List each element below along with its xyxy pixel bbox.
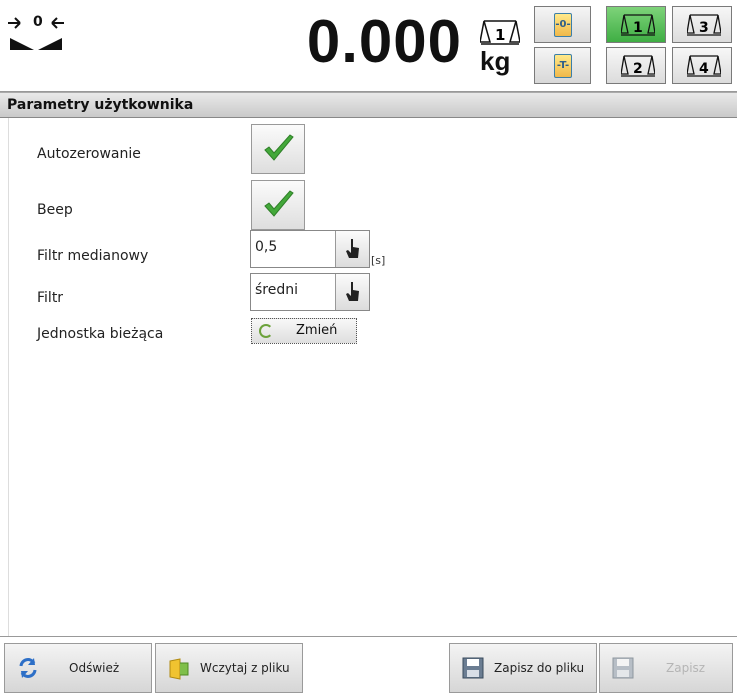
- refresh-icon: [19, 658, 37, 678]
- zero-icon: -0-: [554, 13, 572, 37]
- save-file-icon: [462, 657, 484, 679]
- beep-label: Beep: [37, 202, 73, 218]
- scale-1-icon: 1: [621, 14, 655, 36]
- change-unit-button[interactable]: Zmień: [251, 318, 357, 344]
- svg-text:2: 2: [633, 61, 643, 77]
- filter-field[interactable]: średni: [250, 273, 370, 311]
- refresh-button[interactable]: Odśwież: [4, 643, 152, 693]
- pointer-hand-icon: [346, 282, 359, 301]
- median-filter-value: 0,5: [255, 239, 278, 255]
- platform-1-button[interactable]: 1: [606, 6, 666, 43]
- settings-panel: Autozerowanie Beep Filtr medianowy 0,5 […: [8, 118, 737, 636]
- platform-3-button[interactable]: 3: [672, 6, 732, 43]
- refresh-small-icon: [259, 324, 273, 338]
- load-from-file-button-label: Wczytaj z pliku: [200, 661, 290, 675]
- refresh-button-label: Odśwież: [69, 661, 120, 675]
- autozero-label: Autozerowanie: [37, 146, 141, 162]
- filter-value: średni: [255, 282, 299, 298]
- weighing-header: 0 0.000 1 kg -0- -T- 1 3 2 4: [0, 0, 737, 92]
- scale-2-icon: 2: [621, 55, 655, 77]
- platform-2-button[interactable]: 2: [606, 47, 666, 84]
- change-unit-button-label: Zmień: [296, 323, 338, 338]
- load-from-file-button[interactable]: Wczytaj z pliku: [155, 643, 303, 693]
- autozero-checkbox[interactable]: [251, 124, 305, 174]
- median-filter-label: Filtr medianowy: [37, 248, 149, 264]
- tare-icon: -T-: [554, 54, 572, 78]
- zero-button[interactable]: -0-: [534, 6, 591, 43]
- filter-label: Filtr: [37, 290, 64, 306]
- platform-4-button[interactable]: 4: [672, 47, 732, 84]
- pointer-hand-icon: [346, 239, 359, 258]
- save-button[interactable]: Zapisz: [599, 643, 733, 693]
- save-to-file-button[interactable]: Zapisz do pliku: [449, 643, 597, 693]
- checkmark-icon: [264, 134, 294, 161]
- platform-icon: 1: [479, 20, 521, 45]
- svg-text:1: 1: [633, 20, 643, 36]
- platform-indicator: 1: [479, 18, 522, 48]
- page-title: Parametry użytkownika: [7, 97, 194, 113]
- platform-number: 1: [495, 26, 505, 44]
- tare-button[interactable]: -T-: [534, 47, 591, 84]
- page-title-bar: Parametry użytkownika: [0, 92, 737, 118]
- svg-text:4: 4: [699, 61, 709, 77]
- bottom-toolbar: Odśwież Wczytaj z pliku Zapisz do pliku …: [0, 636, 737, 696]
- current-unit-label: Jednostka bieżąca: [37, 326, 164, 342]
- scale-4-icon: 4: [687, 55, 721, 77]
- filter-select-button[interactable]: [335, 274, 369, 310]
- zero-indicator: 0: [6, 10, 66, 50]
- weight-display: 0.000: [306, 8, 462, 75]
- unit-label: kg: [480, 46, 511, 76]
- zero-label: 0: [33, 14, 43, 30]
- median-filter-edit-button[interactable]: [335, 231, 369, 267]
- save-icon: [612, 657, 634, 679]
- svg-text:3: 3: [699, 20, 709, 36]
- save-to-file-button-label: Zapisz do pliku: [494, 661, 585, 675]
- median-filter-field[interactable]: 0,5: [250, 230, 370, 268]
- save-button-label: Zapisz: [666, 661, 706, 675]
- beep-checkbox[interactable]: [251, 180, 305, 230]
- median-filter-unit: [s]: [371, 254, 386, 267]
- checkmark-icon: [264, 190, 294, 217]
- scale-3-icon: 3: [687, 14, 721, 36]
- folder-open-icon: [169, 658, 189, 680]
